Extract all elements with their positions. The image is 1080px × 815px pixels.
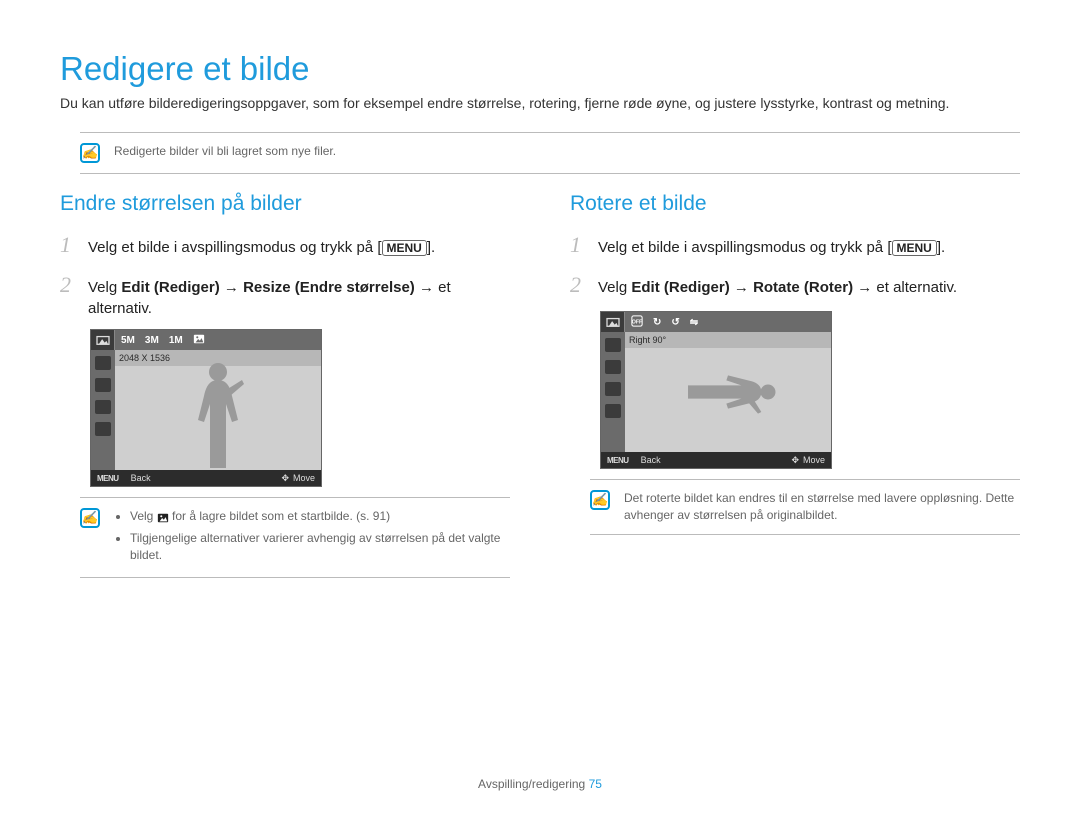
back-label: Back xyxy=(125,473,157,483)
sidebar-icon xyxy=(605,338,621,352)
note-text-part: for å lagre bildet som et startbilde. (s… xyxy=(169,509,390,523)
menu-button-icon: MENU xyxy=(892,240,937,256)
startimage-icon xyxy=(157,511,169,526)
rotate-section: Rotere et bilde 1 Velg et bilde i avspil… xyxy=(570,192,1020,597)
footer-page-number: 75 xyxy=(589,777,602,791)
startimage-icon xyxy=(193,333,205,348)
menu-label: MENU xyxy=(91,474,125,483)
menu-button-icon: MENU xyxy=(382,240,427,256)
move-icon: ✥ xyxy=(281,473,289,484)
step-text-tail: ]. xyxy=(427,239,435,256)
move-icon: ✥ xyxy=(791,455,799,466)
note-icon: ✍ xyxy=(80,508,100,528)
step-number: 1 xyxy=(570,230,588,261)
resize-heading: Endre størrelsen på bilder xyxy=(60,192,510,216)
move-label: Move xyxy=(293,473,315,483)
size-option: 5M xyxy=(121,335,135,346)
rotate-heading: Rotere et bilde xyxy=(570,192,1020,216)
screen-sidebar xyxy=(601,332,625,452)
svg-text:OFF: OFF xyxy=(632,319,642,325)
rotate-icon xyxy=(95,356,111,370)
flip-icon: ⇋ xyxy=(690,317,698,328)
step-bold: Resize (Endre størrelse) xyxy=(243,279,415,296)
sidebar-icon xyxy=(95,378,111,392)
resize-note: ✍ Velg for å lagre bildet som et startbi… xyxy=(80,497,510,578)
screen-bottom-bar: MENU Back ✥ Move xyxy=(91,470,321,486)
screen-bottom-bar: MENU Back ✥ Move xyxy=(601,452,831,468)
info-strip: Right 90° xyxy=(625,332,831,348)
step-number: 2 xyxy=(570,270,588,301)
step-bold: Rotate (Roter) xyxy=(753,279,853,296)
screen-canvas: 2048 X 1536 xyxy=(115,350,321,470)
note-bullet: Tilgjengelige alternativer varierer avhe… xyxy=(130,530,510,564)
sidebar-icon xyxy=(605,404,621,418)
resize-screen: 5M 3M 1M 2048 X 1536 xyxy=(90,329,322,487)
top-note: ✍ Redigerte bilder vil bli lagret som ny… xyxy=(80,132,1020,174)
off-icon: OFF xyxy=(631,315,643,330)
step-text-tail: ]. xyxy=(937,239,945,256)
note-icon: ✍ xyxy=(80,143,100,163)
sidebar-icon xyxy=(95,400,111,414)
sidebar-icon xyxy=(95,422,111,436)
note-text: Det roterte bildet kan endres til en stø… xyxy=(624,490,1020,524)
step-text: Velg et bilde i avspillingsmodus og tryk… xyxy=(88,239,382,256)
rotate-step-2: 2 Velg Edit (Rediger) → Rotate (Roter) →… xyxy=(570,270,1020,301)
note-bullet: Velg for å lagre bildet som et startbild… xyxy=(130,508,510,525)
rotate-note: ✍ Det roterte bildet kan endres til en s… xyxy=(590,479,1020,535)
step-number: 2 xyxy=(60,270,78,301)
screen-corner-icon xyxy=(601,312,625,332)
move-label: Move xyxy=(803,455,825,465)
resize-section: Endre størrelsen på bilder 1 Velg et bil… xyxy=(60,192,510,597)
step-text: Velg et bilde i avspillingsmodus og tryk… xyxy=(598,239,892,256)
resize-step-1: 1 Velg et bilde i avspillingsmodus og tr… xyxy=(60,230,510,261)
person-silhouette-rotated-icon xyxy=(678,367,778,417)
rotate-options: OFF ↻ ↺ ⇋ xyxy=(625,315,698,330)
screen-sidebar xyxy=(91,350,115,470)
intro-text: Du kan utføre bilderedigeringsoppgaver, … xyxy=(60,94,1020,114)
step-bold: Edit (Rediger) xyxy=(121,279,219,296)
arrow-icon: → xyxy=(730,279,753,296)
screen-canvas: Right 90° xyxy=(625,332,831,452)
rotate-left-icon: ↺ xyxy=(671,317,679,328)
rotate-screen: OFF ↻ ↺ ⇋ Right 90° xyxy=(600,311,832,469)
size-option: 1M xyxy=(169,335,183,346)
page-footer: Avspilling/redigering 75 xyxy=(0,777,1080,791)
arrow-icon: → xyxy=(220,279,243,296)
menu-label: MENU xyxy=(601,456,635,465)
step-text: Velg xyxy=(598,279,631,296)
note-icon: ✍ xyxy=(590,490,610,510)
note-text-part: Velg xyxy=(130,509,157,523)
back-label: Back xyxy=(635,455,667,465)
resize-options: 5M 3M 1M xyxy=(115,333,205,348)
sidebar-icon xyxy=(605,360,621,374)
size-option: 3M xyxy=(145,335,159,346)
sidebar-icon xyxy=(605,382,621,396)
footer-section: Avspilling/redigering xyxy=(478,777,585,791)
resize-step-2: 2 Velg Edit (Rediger) → Resize (Endre st… xyxy=(60,270,510,319)
step-bold: Edit (Rediger) xyxy=(631,279,729,296)
step-text-tail: → et alternativ. xyxy=(853,279,957,296)
rotate-right-icon: ↻ xyxy=(653,317,661,328)
step-number: 1 xyxy=(60,230,78,261)
page-title: Redigere et bilde xyxy=(60,50,1020,88)
note-text: Redigerte bilder vil bli lagret som nye … xyxy=(114,143,336,160)
screen-corner-icon xyxy=(91,330,115,350)
step-text: Velg xyxy=(88,279,121,296)
person-silhouette-icon xyxy=(188,360,248,470)
rotate-step-1: 1 Velg et bilde i avspillingsmodus og tr… xyxy=(570,230,1020,261)
